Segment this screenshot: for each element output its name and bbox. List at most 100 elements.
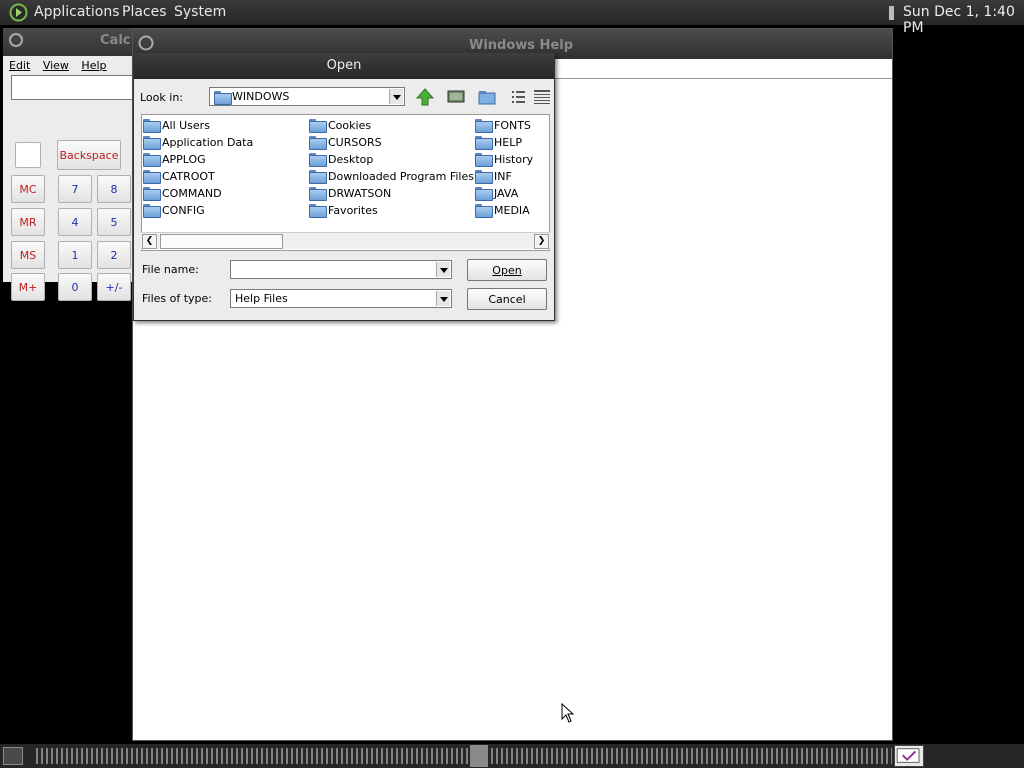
zero-button[interactable]: 0 [58, 273, 92, 301]
list-item[interactable]: Cookies [309, 117, 371, 133]
list-item[interactable]: COMMAND [143, 185, 222, 201]
calculator-body: Edit View Help Backspace MC 7 8 MR 4 5 M… [3, 56, 136, 301]
list-view-icon[interactable] [509, 87, 529, 107]
list-item[interactable]: DRWATSON [309, 185, 391, 201]
menu-help[interactable]: Help [81, 59, 106, 72]
file-name-label: File name: [142, 263, 199, 276]
file-list[interactable]: All Users Application Data APPLOG CATROO… [141, 114, 550, 251]
window-menu-icon[interactable] [138, 35, 154, 51]
mr-button[interactable]: MR [11, 208, 45, 236]
calculator-menubar: Edit View Help [9, 59, 116, 72]
places-menu[interactable]: Places [122, 4, 167, 20]
four-button[interactable]: 4 [58, 208, 92, 236]
system-menu[interactable]: System [174, 4, 226, 20]
calculator-window: Calc Edit View Help Backspace MC 7 8 MR … [3, 28, 136, 456]
list-item[interactable]: Application Data [143, 134, 253, 150]
chevron-down-icon[interactable] [389, 89, 403, 104]
desktop-icon[interactable] [446, 87, 466, 107]
window-list[interactable] [36, 748, 892, 764]
folder-icon [309, 187, 327, 201]
folder-icon [143, 153, 161, 167]
files-of-type-dropdown[interactable]: Help Files [230, 289, 452, 308]
sign-button[interactable]: +/- [97, 273, 131, 301]
two-button[interactable]: 2 [97, 241, 131, 269]
open-dialog-titlebar[interactable]: Open [134, 53, 554, 79]
folder-icon [143, 136, 161, 150]
folder-icon [475, 204, 493, 218]
folder-icon [143, 170, 161, 184]
panel-separator [889, 6, 894, 20]
folder-icon [475, 119, 493, 133]
calculator-title: Calc [100, 33, 131, 48]
folder-icon [309, 204, 327, 218]
five-button[interactable]: 5 [97, 208, 131, 236]
open-button[interactable]: Open [467, 259, 547, 281]
list-item[interactable]: FONTS [475, 117, 531, 133]
memory-indicator [15, 142, 41, 168]
list-item[interactable]: CURSORS [309, 134, 382, 150]
bottom-taskbar [0, 744, 1024, 768]
folder-icon [214, 91, 232, 105]
list-item[interactable]: Favorites [309, 202, 378, 218]
menu-edit[interactable]: Edit [9, 59, 30, 72]
show-desktop-icon[interactable] [3, 747, 23, 765]
scroll-right-icon[interactable]: ❯ [534, 234, 549, 249]
list-item[interactable]: CONFIG [143, 202, 205, 218]
files-of-type-label: Files of type: [142, 292, 213, 305]
one-button[interactable]: 1 [58, 241, 92, 269]
folder-icon [143, 187, 161, 201]
details-view-icon[interactable] [532, 87, 552, 107]
seven-button[interactable]: 7 [58, 175, 92, 203]
file-name-field[interactable] [230, 260, 452, 279]
list-item[interactable]: All Users [143, 117, 210, 133]
scrollbar-thumb[interactable] [160, 234, 283, 249]
calculator-titlebar[interactable]: Calc [3, 28, 134, 56]
folder-icon [475, 187, 493, 201]
folder-icon [309, 153, 327, 167]
horizontal-scrollbar[interactable]: ❮ ❯ [141, 232, 550, 249]
top-panel: Applications Places System Sun Dec 1, 1:… [0, 0, 1024, 36]
applications-menu[interactable]: Applications [34, 4, 120, 20]
ms-button[interactable]: MS [11, 241, 45, 269]
folder-icon [475, 136, 493, 150]
look-in-dropdown[interactable]: WINDOWS [209, 87, 405, 106]
cancel-button[interactable]: Cancel [467, 288, 547, 310]
list-item[interactable]: History [475, 151, 533, 167]
eight-button[interactable]: 8 [97, 175, 131, 203]
backspace-button[interactable]: Backspace [57, 140, 121, 170]
list-item[interactable]: Downloaded Program Files [309, 168, 474, 184]
calculator-display [11, 75, 136, 100]
clock[interactable]: Sun Dec 1, 1:40 PM [903, 4, 1024, 36]
up-one-level-icon[interactable] [415, 87, 435, 107]
folder-icon [309, 119, 327, 133]
folder-icon [309, 170, 327, 184]
mc-button[interactable]: MC [11, 175, 45, 203]
folder-icon [143, 204, 161, 218]
mplus-button[interactable]: M+ [11, 273, 45, 301]
folder-icon [475, 170, 493, 184]
distro-logo-icon[interactable] [9, 3, 28, 22]
list-item[interactable]: JAVA [475, 185, 518, 201]
files-of-type-value: Help Files [235, 292, 288, 305]
folder-icon [143, 119, 161, 133]
help-title: Windows Help [469, 38, 574, 53]
chevron-down-icon[interactable] [436, 262, 450, 277]
list-item[interactable]: APPLOG [143, 151, 206, 167]
look-in-value: WINDOWS [232, 90, 290, 103]
folder-icon [309, 136, 327, 150]
open-dialog: Open Look in: WINDOWS All Users Applicat… [133, 52, 555, 321]
list-item[interactable]: INF [475, 168, 512, 184]
chevron-down-icon[interactable] [436, 291, 450, 306]
workspace-switcher-icon[interactable] [894, 745, 924, 767]
active-window-button[interactable] [470, 745, 488, 767]
list-item[interactable]: CATROOT [143, 168, 215, 184]
window-menu-icon[interactable] [9, 33, 23, 47]
list-item[interactable]: MEDIA [475, 202, 530, 218]
menu-view[interactable]: View [43, 59, 69, 72]
mouse-pointer-icon [561, 703, 575, 723]
new-folder-icon[interactable] [477, 87, 497, 107]
scroll-left-icon[interactable]: ❮ [142, 234, 157, 249]
list-item[interactable]: Desktop [309, 151, 373, 167]
folder-icon [475, 153, 493, 167]
list-item[interactable]: HELP [475, 134, 522, 150]
